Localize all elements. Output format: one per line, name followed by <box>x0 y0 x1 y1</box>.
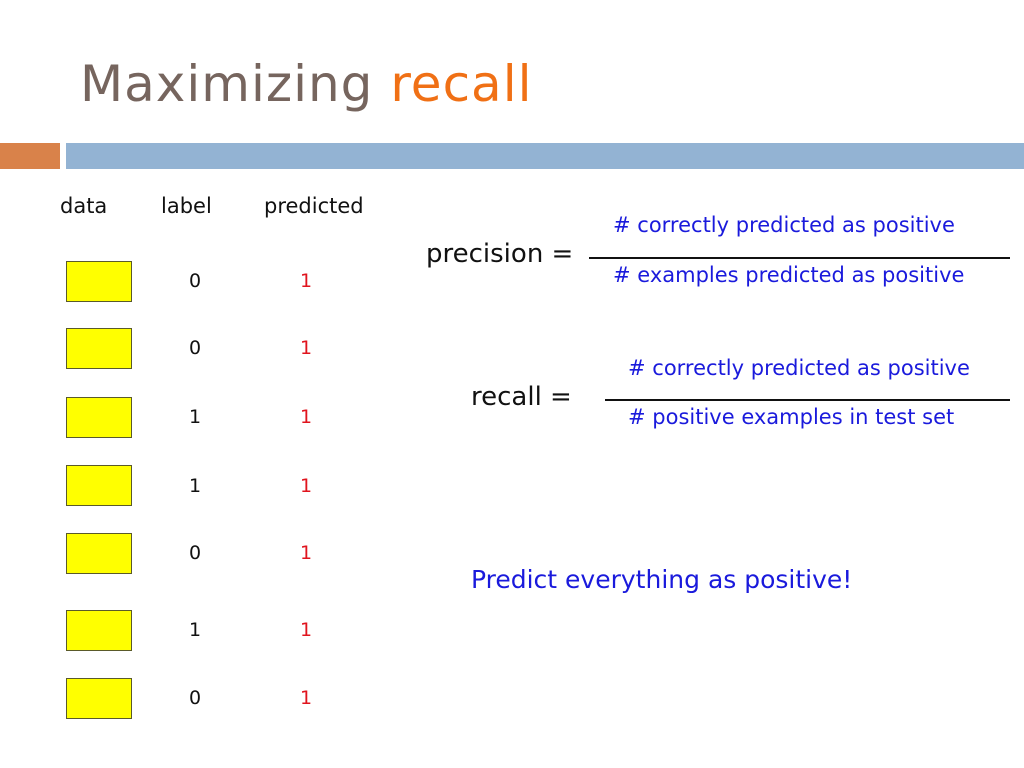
slide-title-prefix: Maximizing <box>80 55 374 113</box>
row-label-value: 0 <box>188 542 202 564</box>
column-header-label: label <box>161 194 212 218</box>
data-example-box <box>66 465 132 506</box>
data-example-box <box>66 610 132 651</box>
data-example-box <box>66 261 132 302</box>
row-predicted-value: 1 <box>299 270 313 292</box>
data-example-box <box>66 678 132 719</box>
slide-title-highlight: recall <box>390 55 533 113</box>
row-predicted-value: 1 <box>299 619 313 641</box>
recall-fraction-line <box>605 399 1010 401</box>
row-predicted-value: 1 <box>299 406 313 428</box>
accent-bar-blue <box>66 143 1024 169</box>
row-predicted-value: 1 <box>299 475 313 497</box>
row-label-value: 1 <box>188 475 202 497</box>
precision-fraction-line <box>589 257 1010 259</box>
callout-text: Predict everything as positive! <box>471 565 853 594</box>
row-predicted-value: 1 <box>299 337 313 359</box>
row-label-value: 0 <box>188 270 202 292</box>
slide-title: Maximizing recall <box>80 52 532 116</box>
data-example-box <box>66 328 132 369</box>
precision-denominator: # examples predicted as positive <box>613 263 965 287</box>
row-label-value: 0 <box>188 337 202 359</box>
recall-numerator: # correctly predicted as positive <box>628 356 970 380</box>
row-predicted-value: 1 <box>299 542 313 564</box>
data-example-box <box>66 397 132 438</box>
accent-bar-orange <box>0 143 60 169</box>
row-label-value: 1 <box>188 619 202 641</box>
row-predicted-value: 1 <box>299 687 313 709</box>
recall-lhs: recall = <box>471 382 572 412</box>
precision-lhs: precision = <box>426 239 574 269</box>
row-label-value: 0 <box>188 687 202 709</box>
precision-numerator: # correctly predicted as positive <box>613 213 955 237</box>
data-example-box <box>66 533 132 574</box>
column-header-data: data <box>60 194 108 218</box>
row-label-value: 1 <box>188 406 202 428</box>
recall-denominator: # positive examples in test set <box>628 405 955 429</box>
column-header-predicted: predicted <box>264 194 364 218</box>
